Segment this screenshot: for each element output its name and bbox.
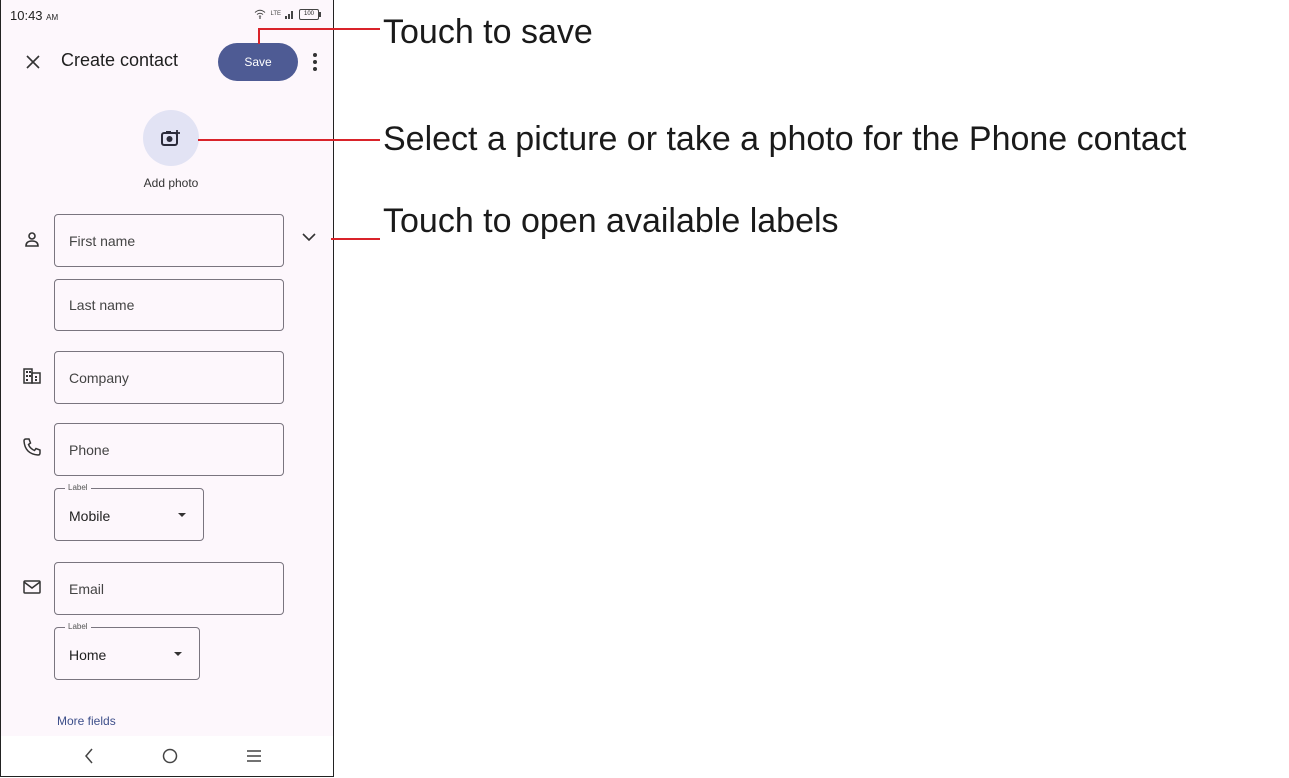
nav-bar	[1, 736, 333, 776]
save-callout-connector	[258, 28, 260, 44]
close-icon	[26, 55, 40, 69]
phone-field[interactable]: Phone	[54, 423, 284, 476]
phone-screen: 10:43 AM LTE 100 Create contact Save Add…	[0, 0, 334, 777]
phone-placeholder: Phone	[69, 441, 110, 458]
save-callout-text: Touch to save	[383, 13, 593, 51]
page-title: Create contact	[61, 50, 179, 70]
phone-label-legend: Label	[65, 483, 91, 492]
status-icons: LTE 100	[254, 7, 321, 21]
status-bar: 10:43 AM LTE 100	[1, 0, 333, 28]
status-time-value: 10:43	[10, 8, 43, 23]
company-placeholder: Company	[69, 369, 129, 386]
email-label-legend: Label	[65, 622, 91, 631]
labels-callout-text: Touch to open available labels	[383, 202, 839, 240]
photo-callout-line	[198, 139, 380, 141]
more-vert-icon	[313, 53, 317, 57]
battery-icon: 100	[299, 8, 321, 20]
save-callout-line	[258, 28, 380, 30]
add-photo-label: Add photo	[143, 176, 199, 190]
dropdown-arrow-icon	[178, 513, 186, 517]
back-button[interactable]	[77, 744, 101, 768]
company-field[interactable]: Company	[54, 351, 284, 404]
more-options-button[interactable]	[307, 50, 323, 74]
status-ampm: AM	[46, 13, 59, 22]
phone-label-value: Mobile	[69, 508, 111, 524]
home-icon	[162, 748, 178, 764]
more-fields-link[interactable]: More fields	[57, 714, 116, 728]
status-time: 10:43 AM	[10, 8, 58, 23]
phone-icon	[22, 437, 42, 457]
back-icon	[85, 748, 93, 764]
labels-callout-line	[331, 238, 380, 240]
battery-level: 100	[303, 10, 314, 17]
home-button[interactable]	[158, 744, 182, 768]
first-name-placeholder: First name	[69, 232, 136, 249]
last-name-placeholder: Last name	[69, 297, 135, 313]
phone-label-dropdown[interactable]: Label Mobile	[54, 483, 204, 541]
first-name-field[interactable]: First name	[54, 214, 284, 267]
person-icon	[22, 229, 42, 249]
add-photo-icon	[161, 130, 180, 146]
business-icon	[22, 366, 42, 386]
last-name-field[interactable]: Last name	[54, 279, 284, 331]
email-field[interactable]: Email	[54, 562, 284, 615]
email-label-dropdown[interactable]: Label Home	[54, 622, 200, 680]
dropdown-arrow-icon	[174, 652, 182, 656]
recents-button[interactable]	[242, 744, 266, 768]
photo-callout-text: Select a picture or take a photo for the…	[383, 120, 1187, 158]
chevron-down-icon	[302, 233, 316, 242]
expand-name-button[interactable]	[299, 227, 319, 247]
save-button[interactable]: Save	[218, 43, 298, 81]
add-photo-button[interactable]	[143, 110, 199, 166]
email-label-value: Home	[69, 647, 107, 663]
email-icon	[22, 577, 42, 597]
app-bar: Create contact Save	[1, 36, 333, 88]
signal-icon	[285, 11, 293, 19]
wifi-icon	[255, 9, 266, 19]
network-type: LTE	[270, 11, 281, 17]
close-button[interactable]	[21, 50, 45, 74]
email-placeholder: Email	[69, 580, 105, 597]
menu-icon	[247, 750, 261, 762]
